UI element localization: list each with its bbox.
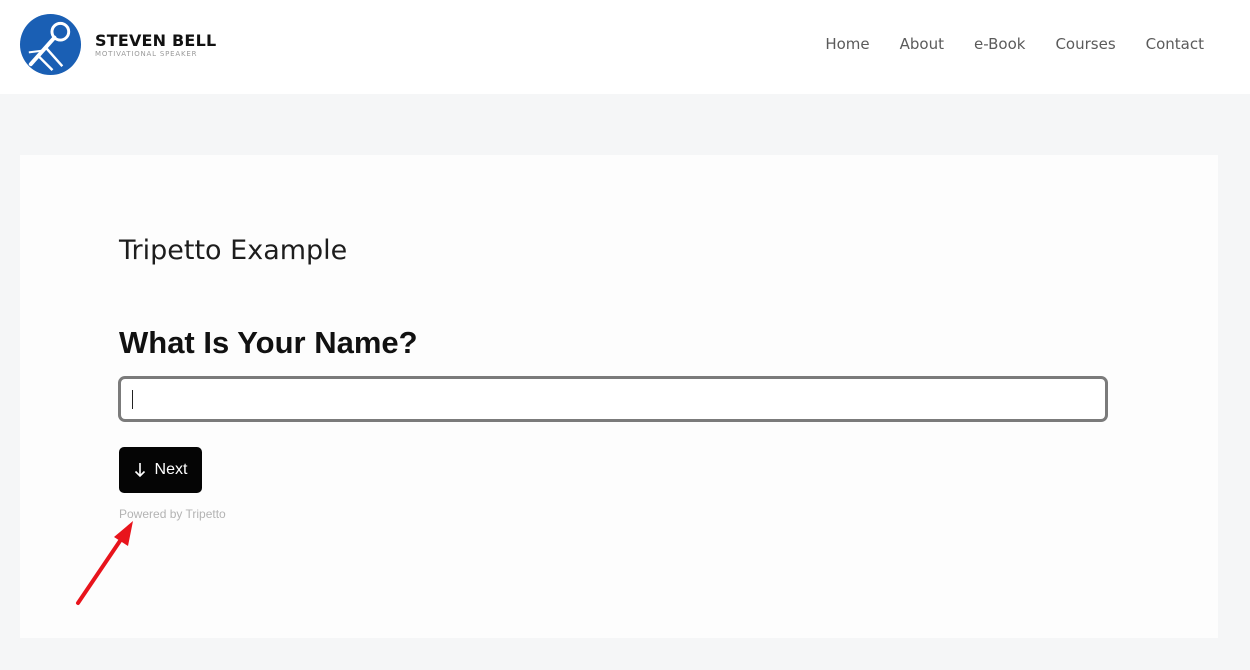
brand-name: STEVEN BELL (95, 30, 217, 50)
next-button-label: Next (154, 461, 188, 478)
nav-link-home[interactable]: Home (825, 34, 869, 54)
next-button[interactable]: Next (119, 447, 202, 493)
form-card: Tripetto Example What Is Your Name? Next… (20, 155, 1218, 638)
name-input[interactable] (118, 376, 1108, 422)
page-title: Tripetto Example (119, 235, 348, 266)
text-caret (132, 390, 133, 409)
site-header: STEVEN BELL MOTIVATIONAL SPEAKER Home Ab… (0, 0, 1250, 94)
microphone-icon (19, 13, 82, 76)
nav-link-about[interactable]: About (900, 34, 944, 54)
nav-link-ebook[interactable]: e-Book (974, 34, 1025, 54)
nav-link-contact[interactable]: Contact (1146, 34, 1204, 54)
brand-tagline: MOTIVATIONAL SPEAKER (95, 49, 198, 58)
brand-logo-link[interactable]: STEVEN BELL MOTIVATIONAL SPEAKER (19, 13, 216, 76)
nav-link-courses[interactable]: Courses (1055, 34, 1115, 54)
question-label: What Is Your Name? (119, 325, 418, 360)
arrow-down-icon (134, 463, 145, 478)
main-nav: Home About e-Book Courses Contact (825, 34, 1204, 54)
brand-text: STEVEN BELL MOTIVATIONAL SPEAKER (95, 31, 216, 59)
powered-by-link[interactable]: Powered by Tripetto (119, 507, 226, 521)
